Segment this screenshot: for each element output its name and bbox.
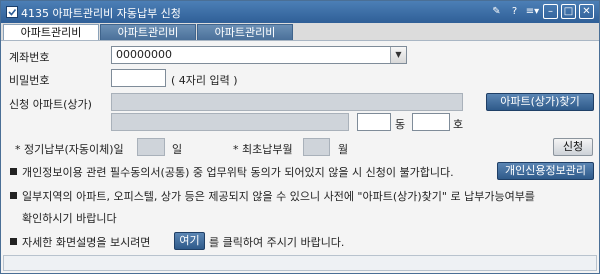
payday-input[interactable] — [137, 138, 165, 156]
titlebar-icons: ✎ ? ≡▾ – □ ✕ — [489, 4, 594, 19]
tab-apartment-fee-2[interactable]: 아파트관리비 — [100, 24, 196, 40]
account-select[interactable]: 00000000 ▼ — [111, 46, 407, 64]
apartment-name-field — [111, 93, 463, 111]
pin-icon[interactable]: ✎ — [489, 4, 504, 19]
close-icon[interactable]: ✕ — [579, 4, 594, 19]
restore-icon[interactable]: □ — [561, 4, 576, 19]
apartment-search-button[interactable]: 아파트(상가)찾기 — [486, 93, 594, 111]
tab-apartment-fee-1[interactable]: 아파트관리비 — [3, 24, 99, 40]
tab-apartment-fee-3[interactable]: 아파트관리비 — [197, 24, 293, 40]
privacy-notice: 개인정보이용 관련 필수동의서(공통) 중 업무위탁 동의가 되어있지 않을 시… — [22, 166, 454, 179]
help-here-button[interactable]: 여기 — [174, 232, 205, 250]
menu-icon[interactable]: ≡▾ — [525, 4, 540, 19]
privacy-management-button[interactable]: 개인신용정보관리 — [497, 162, 594, 180]
window-title: 4135 아파트관리비 자동납부 신청 — [21, 7, 181, 20]
region-notice-line1: 일부지역의 아파트, 오피스텔, 상가 등은 제공되지 않을 수 있으니 사전에… — [22, 190, 535, 203]
first-month-unit: 월 — [338, 143, 349, 156]
dong-label: 동 — [395, 118, 406, 131]
help-suffix: 를 클릭하여 주시기 바랍니다. — [209, 236, 345, 249]
first-month-label: * 최초납부월 — [233, 143, 293, 156]
first-month-input[interactable] — [303, 138, 330, 156]
help-icon[interactable]: ? — [507, 4, 522, 19]
minimize-icon[interactable]: – — [543, 4, 558, 19]
ho-label: 호 — [453, 118, 464, 131]
ho-input[interactable] — [412, 113, 450, 131]
region-notice-line2: 확인하시기 바랍니다 — [22, 212, 117, 225]
help-prefix: 자세한 화면설명을 보시려면 — [22, 236, 151, 249]
app-window: 4135 아파트관리비 자동납부 신청 ✎ ? ≡▾ – □ ✕ 아파트관리비 … — [0, 0, 600, 274]
status-bar — [3, 255, 597, 271]
account-value: 00000000 — [116, 48, 172, 61]
notice-bullet — [10, 168, 17, 175]
apply-button[interactable]: 신청 — [553, 138, 593, 156]
tab-bar: 아파트관리비 아파트관리비 아파트관리비 — [1, 23, 599, 41]
payday-unit: 일 — [172, 143, 183, 156]
payday-label: * 정기납부(자동이체)일 — [15, 143, 124, 156]
title-bar: 4135 아파트관리비 자동납부 신청 ✎ ? ≡▾ – □ ✕ — [1, 1, 599, 23]
apartment-label: 신청 아파트(상가) — [9, 98, 92, 111]
account-label: 계좌번호 — [9, 51, 50, 64]
password-input[interactable] — [111, 69, 166, 87]
dong-input[interactable] — [357, 113, 391, 131]
apartment-address-field — [111, 113, 349, 131]
password-hint: ( 4자리 입력 ) — [171, 74, 238, 87]
chevron-down-icon[interactable]: ▼ — [390, 47, 406, 63]
notice-bullet — [10, 192, 17, 199]
password-label: 비밀번호 — [9, 74, 50, 87]
notice-bullet — [10, 238, 17, 245]
app-icon — [6, 6, 18, 18]
